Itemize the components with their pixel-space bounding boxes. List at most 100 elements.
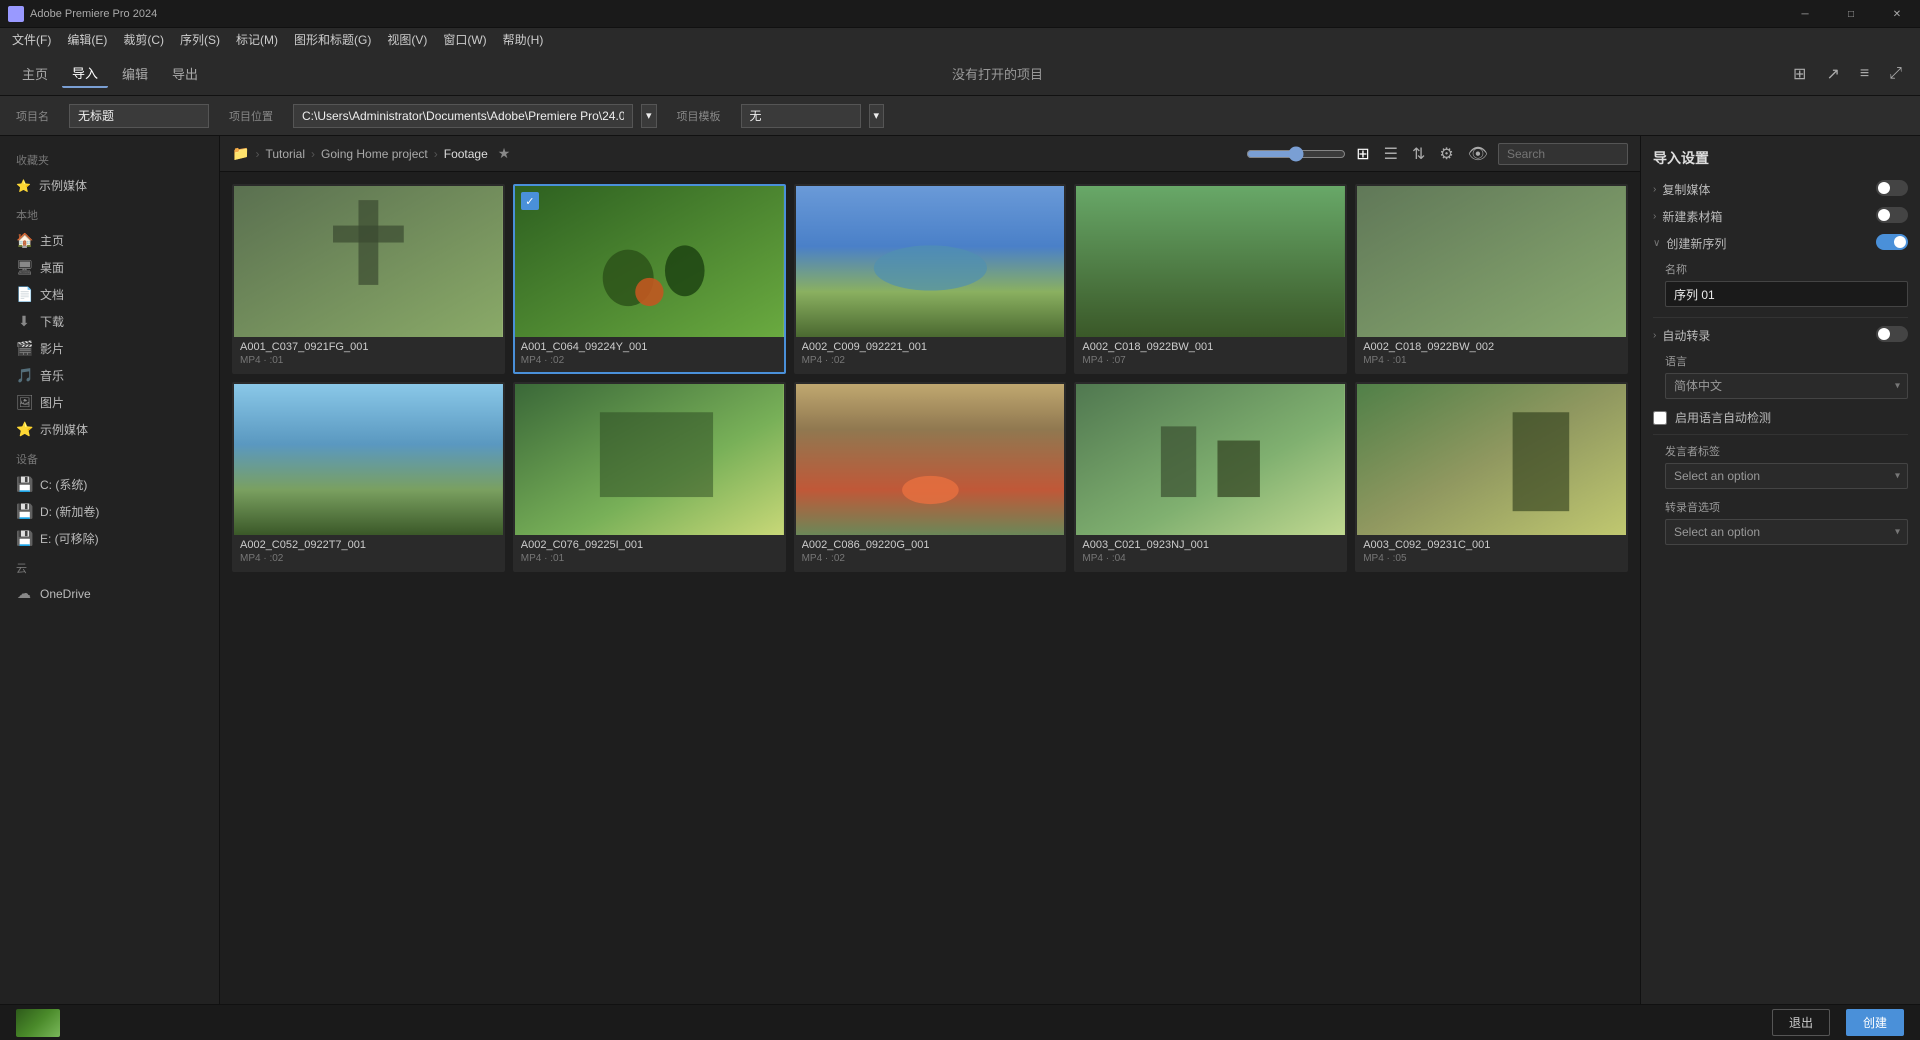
media-meta-5: MP4 · :01 [1363,355,1620,366]
media-card-8[interactable]: A002_C086_09220G_001 MP4 · :02 [794,382,1067,572]
auto-detect-checkbox[interactable] [1653,411,1667,425]
sidebar-item-pictures[interactable]: 🖼 图片 [0,389,219,416]
visibility-icon[interactable]: 👁 [1464,142,1492,166]
media-name-4: A002_C018_0922BW_001 [1082,341,1339,353]
top-toolbar: 主页 导入 编辑 导出 没有打开的项目 ⊞ ↗ ≡ ⤢ [0,52,1920,96]
new-bin-switch[interactable] [1876,207,1908,223]
sidebar-item-example-media[interactable]: ⭐ 示例媒体 [0,416,219,443]
project-template-input[interactable] [741,104,861,128]
breadcrumb-project[interactable]: Going Home project [321,147,428,161]
menu-help[interactable]: 帮助(H) [495,28,552,52]
sidebar-item-movies[interactable]: 🎬 影片 [0,335,219,362]
toolbar-right: ⊞ ↗ ≡ ⤢ [1787,62,1908,86]
copy-media-switch[interactable] [1876,180,1908,196]
media-thumb-7 [515,384,784,535]
transcript-options-select[interactable]: Select an option [1665,519,1908,545]
auto-transcribe-arrow: › [1653,330,1656,341]
sidebar-item-downloads[interactable]: ⬇ 下载 [0,308,219,335]
sidebar-item-documents[interactable]: 📄 文档 [0,281,219,308]
sidebar-item-home[interactable]: 🏠 主页 [0,227,219,254]
sidebar-item-onedrive[interactable]: ☁ OneDrive [0,580,219,607]
menu-edit[interactable]: 编辑(E) [59,28,115,52]
sidebar-item-drive-c[interactable]: 💾 C: (系统) [0,471,219,498]
edit-button[interactable]: 编辑 [112,59,158,88]
template-dropdown-button[interactable]: ▾ [869,104,885,128]
create-button[interactable]: 创建 [1846,1009,1904,1036]
grid-view-button[interactable]: ⊞ [1352,142,1373,166]
new-bin-toggle[interactable] [1876,207,1908,226]
media-card-3[interactable]: A002_C009_092221_001 MP4 · :02 [794,184,1067,374]
exit-button[interactable]: 退出 [1772,1009,1830,1036]
create-sequence-toggle[interactable] [1876,234,1908,253]
speaker-tags-subsection: 发言者标签 Select an option ▾ [1653,443,1908,489]
transcript-options-subsection: 转录音选项 Select an option ▾ [1653,499,1908,545]
speaker-tags-select[interactable]: Select an option [1665,463,1908,489]
sidebar-item-drive-e[interactable]: 💾 E: (可移除) [0,525,219,552]
drive-e-icon: 💾 [16,530,32,547]
sequence-name-input[interactable] [1665,281,1908,307]
create-sequence-switch[interactable] [1876,234,1908,250]
media-card-9[interactable]: A003_C021_0923NJ_001 MP4 · :04 [1074,382,1347,572]
media-card-1[interactable]: A001_C037_0921FG_001 MP4 · :01 [232,184,505,374]
breadcrumb-tutorial[interactable]: Tutorial [265,147,305,161]
transcript-options-label: 转录音选项 [1665,499,1908,515]
import-button[interactable]: 导入 [62,59,108,88]
breadcrumb-favorite-icon[interactable]: ★ [498,145,511,162]
drive-c-icon: 💾 [16,476,32,493]
copy-media-section[interactable]: › 复制媒体 [1653,180,1908,199]
search-input[interactable] [1498,143,1628,165]
media-card-10[interactable]: A003_C092_09231C_001 MP4 · :05 [1355,382,1628,572]
layout-icon[interactable]: ≡ [1854,63,1875,85]
project-path-input[interactable] [293,104,633,128]
expand-icon[interactable]: ⤢ [1883,63,1908,85]
media-info-10: A003_C092_09231C_001 MP4 · :05 [1357,535,1626,570]
menu-clip[interactable]: 裁剪(C) [115,28,172,52]
menu-sequence[interactable]: 序列(S) [172,28,228,52]
export-button[interactable]: 导出 [162,59,208,88]
preview-thumbnail [16,1009,60,1037]
new-bin-section[interactable]: › 新建素材箱 [1653,207,1908,226]
workspace-icon[interactable]: ⊞ [1787,62,1812,86]
media-thumb-8 [796,384,1065,535]
filter-icon[interactable]: ⚙ [1435,142,1457,166]
sort-icon[interactable]: ⇅ [1408,142,1429,166]
new-bin-label: 新建素材箱 [1662,208,1876,225]
auto-transcribe-switch[interactable] [1876,326,1908,342]
media-card-5[interactable]: A002_C018_0922BW_002 MP4 · :01 [1355,184,1628,374]
sidebar-item-example-media-favorites[interactable]: ⭐ 示例媒体 [0,172,219,199]
sidebar-item-drive-d[interactable]: 💾 D: (新加卷) [0,498,219,525]
media-card-6[interactable]: A002_C052_0922T7_001 MP4 · :02 [232,382,505,572]
media-card-7[interactable]: A002_C076_09225I_001 MP4 · :01 [513,382,786,572]
menu-view[interactable]: 视图(V) [379,28,435,52]
share-icon[interactable]: ↗ [1820,62,1845,86]
menu-graphics[interactable]: 图形和标题(G) [286,28,379,52]
menu-file[interactable]: 文件(F) [4,28,59,52]
sidebar-item-music[interactable]: 🎵 音乐 [0,362,219,389]
home-button[interactable]: 主页 [12,59,58,88]
documents-icon: 📄 [16,286,32,303]
auto-transcribe-toggle[interactable] [1876,326,1908,345]
project-name-input[interactable] [69,104,209,128]
breadcrumb-sep-1: › [255,147,259,161]
close-button[interactable]: ✕ [1874,0,1920,28]
zoom-slider[interactable] [1246,146,1346,162]
language-subsection: 语言 简体中文 ▾ [1653,353,1908,399]
media-card-4[interactable]: A002_C018_0922BW_001 MP4 · :07 [1074,184,1347,374]
copy-media-toggle[interactable] [1876,180,1908,199]
speaker-tags-label: 发言者标签 [1665,443,1908,459]
media-meta-2: MP4 · :02 [521,355,778,366]
media-thumb-5 [1357,186,1626,337]
maximize-button[interactable]: □ [1828,0,1874,28]
menu-marker[interactable]: 标记(M) [228,28,286,52]
media-info-3: A002_C009_092221_001 MP4 · :02 [796,337,1065,372]
devices-section-label: 设备 [0,443,219,471]
list-view-button[interactable]: ☰ [1380,142,1402,166]
media-card-2[interactable]: ✓ A001_C064_09224Y_001 MP4 · :02 [513,184,786,374]
language-select[interactable]: 简体中文 [1665,373,1908,399]
path-dropdown-button[interactable]: ▾ [641,104,657,128]
minimize-button[interactable]: ─ [1782,0,1828,28]
auto-transcribe-section[interactable]: › 自动转录 [1653,326,1908,345]
create-sequence-section[interactable]: ∨ 创建新序列 [1653,234,1908,253]
sidebar-item-desktop[interactable]: 🖥 桌面 [0,254,219,281]
menu-window[interactable]: 窗口(W) [435,28,494,52]
